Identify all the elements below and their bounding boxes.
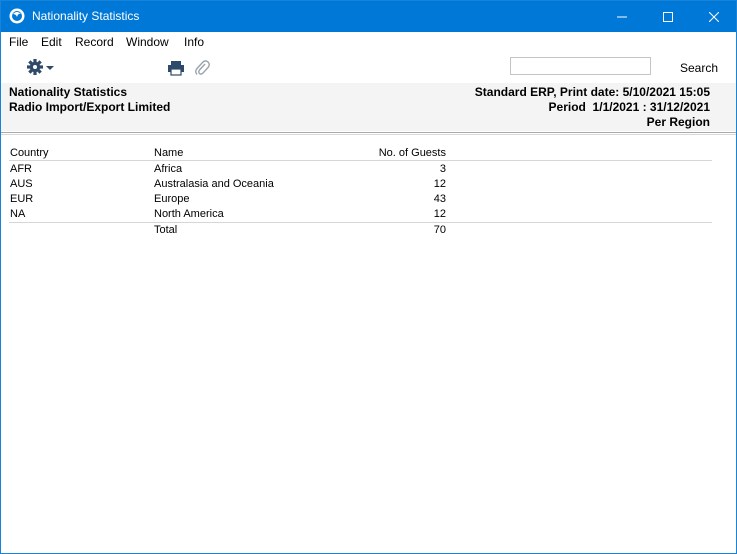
report-header: Nationality Statistics Radio Import/Expo… (1, 83, 736, 131)
menu-edit[interactable]: Edit (41, 35, 62, 49)
paperclip-icon (195, 60, 210, 75)
row-country: AUS (10, 178, 33, 190)
maximize-button[interactable] (645, 1, 691, 32)
operations-menu-button[interactable] (26, 59, 56, 77)
minimize-icon (617, 16, 627, 17)
report-title: Nationality Statistics (9, 85, 128, 99)
header-rule (9, 160, 712, 161)
window-title: Nationality Statistics (32, 9, 140, 23)
toolbar: Search (1, 52, 736, 83)
print-button[interactable] (167, 60, 185, 76)
total-label: Total (154, 224, 178, 236)
search-button[interactable]: Search (680, 61, 718, 75)
row-country: EUR (10, 193, 34, 205)
menu-bar: File Edit Record Window Info (1, 32, 736, 52)
app-logo-icon (9, 8, 25, 24)
report-period: Period 1/1/2021 : 31/12/2021 (548, 100, 710, 114)
row-guests: 12 (433, 178, 446, 190)
attach-button[interactable] (194, 59, 210, 77)
row-country: NA (10, 208, 26, 220)
row-country: AFR (10, 163, 32, 175)
col-header-country: Country (10, 147, 49, 159)
maximize-icon (663, 11, 673, 22)
search-input[interactable] (510, 57, 651, 75)
gear-icon (27, 59, 54, 75)
menu-info[interactable]: Info (184, 35, 204, 49)
total-value: 70 (433, 224, 446, 236)
header-divider-shadow (1, 134, 736, 135)
total-rule (9, 222, 712, 223)
menu-window[interactable]: Window (126, 35, 169, 49)
company-name: Radio Import/Export Limited (9, 100, 171, 114)
print-info: Standard ERP, Print date: 5/10/2021 15:0… (474, 85, 710, 99)
row-guests: 3 (439, 163, 446, 175)
title-bar[interactable]: Nationality Statistics (1, 1, 736, 32)
row-name: North America (154, 208, 224, 220)
row-name: Africa (154, 163, 183, 175)
report-grouping: Per Region (646, 115, 710, 129)
close-button[interactable] (691, 1, 737, 32)
menu-record[interactable]: Record (75, 35, 114, 49)
row-name: Australasia and Oceania (154, 178, 274, 190)
print-icon (168, 61, 184, 76)
header-divider (1, 132, 736, 133)
row-name: Europe (154, 193, 190, 205)
close-icon (709, 11, 719, 22)
col-header-guests: No. of Guests (378, 147, 446, 159)
col-header-name: Name (154, 147, 184, 159)
menu-file[interactable]: File (9, 35, 28, 49)
row-guests: 12 (433, 208, 446, 220)
app-window: Nationality Statistics File Edit Record … (0, 0, 737, 554)
minimize-button[interactable] (599, 1, 645, 32)
row-guests: 43 (433, 193, 446, 205)
